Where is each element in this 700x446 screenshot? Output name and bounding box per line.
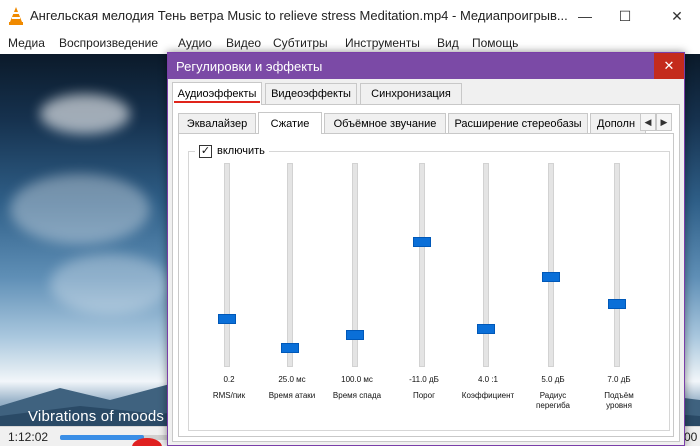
slider-release-time: 100.0 мс Время спада: [322, 163, 392, 403]
seek-progress: [60, 435, 144, 440]
menu-help[interactable]: Помощь: [472, 36, 518, 50]
menu-media[interactable]: Медиа: [8, 36, 45, 50]
slider-thumb[interactable]: [608, 298, 626, 309]
dialog-title: Регулировки и эффекты: [176, 59, 323, 74]
slider-label: Подъём уровня: [604, 391, 634, 410]
slider-knee-radius: 5.0 дБ Радиус перегиба: [518, 163, 588, 410]
slider-label: Радиус перегиба: [536, 391, 570, 410]
menu-subtitles[interactable]: Субтитры: [273, 36, 328, 50]
slider-value: -11.0 дБ: [409, 375, 439, 384]
slider-ratio: 4.0 :1 Коэффициент: [453, 163, 523, 403]
video-caption: Vibrations of moods: [28, 408, 165, 425]
slider-track[interactable]: [224, 163, 230, 367]
subtab-stereo-widener[interactable]: Расширение стереобазы: [448, 113, 588, 133]
slider-value: 100.0 мс: [341, 375, 373, 384]
subtab-equalizer[interactable]: Эквалайзер: [178, 113, 256, 133]
arrow-left-icon[interactable]: ◀: [640, 113, 656, 131]
slider-track[interactable]: [548, 163, 554, 367]
dialog-close-button[interactable]: ✕: [654, 53, 684, 79]
slider-track[interactable]: [614, 163, 620, 367]
slider-value: 25.0 мс: [278, 375, 306, 384]
cloud: [50, 254, 170, 314]
window-title-bar: Ангельская мелодия Тень ветра Music to r…: [0, 0, 700, 32]
enable-checkbox[interactable]: ✓: [199, 144, 212, 158]
slider-thumb[interactable]: [542, 271, 560, 282]
menu-playback[interactable]: Воспроизведение: [59, 36, 158, 50]
slider-label: Время спада: [332, 391, 382, 400]
slider-value: 7.0 дБ: [607, 375, 631, 384]
slider-threshold: -11.0 дБ Порог: [389, 163, 459, 403]
close-window-button[interactable]: ✕: [654, 0, 700, 32]
adjustments-effects-dialog: Регулировки и эффекты ✕ Аудиоэффекты Вид…: [167, 52, 685, 446]
subtab-compression[interactable]: Сжатие: [258, 112, 322, 134]
vlc-cone-icon: [9, 7, 23, 25]
slider-label: RMS/пик: [212, 391, 246, 400]
slider-thumb[interactable]: [346, 329, 364, 340]
slider-thumb[interactable]: [218, 314, 236, 325]
slider-track[interactable]: [287, 163, 293, 367]
subtab-more[interactable]: Дополн: [590, 113, 646, 133]
menu-audio[interactable]: Аудио: [178, 36, 212, 50]
cloud: [40, 94, 130, 134]
slider-rms-peak: 0.2 RMS/пик: [194, 163, 264, 403]
subtab-spatializer[interactable]: Объёмное звучание: [324, 113, 446, 133]
total-time: 00: [684, 430, 698, 444]
slider-label: Время атаки: [268, 391, 316, 400]
slider-thumb[interactable]: [413, 236, 431, 247]
tab-scroll-arrows: ◀ ▶: [640, 113, 672, 131]
slider-value: 4.0 :1: [477, 375, 498, 384]
enable-label: включить: [217, 145, 265, 157]
slider-value: 0.2: [223, 375, 235, 384]
menu-tools[interactable]: Инструменты: [345, 36, 420, 50]
slider-thumb[interactable]: [477, 324, 495, 335]
dialog-title-bar: Регулировки и эффекты ✕: [168, 53, 684, 79]
menu-bar: Медиа Воспроизведение Аудио Видео Субтит…: [0, 32, 700, 54]
slider-track[interactable]: [419, 163, 425, 367]
slider-attack-time: 25.0 мс Время атаки: [257, 163, 327, 403]
maximize-button[interactable]: ☐: [602, 0, 648, 32]
slider-thumb[interactable]: [281, 343, 299, 354]
cloud: [10, 174, 150, 244]
slider-value: 5.0 дБ: [541, 375, 565, 384]
arrow-right-icon[interactable]: ▶: [656, 113, 672, 131]
enable-control[interactable]: ✓ включить: [195, 143, 269, 159]
menu-video[interactable]: Видео: [226, 36, 261, 50]
window-title: Ангельская мелодия Тень ветра Music to r…: [30, 8, 568, 23]
slider-label: Порог: [412, 391, 435, 400]
slider-label: Коэффициент: [461, 391, 515, 400]
menu-view[interactable]: Вид: [437, 36, 459, 50]
elapsed-time: 1:12:02: [8, 430, 49, 444]
red-underline-mark: [174, 101, 260, 103]
tab-video-effects[interactable]: Видеоэффекты: [265, 83, 357, 104]
tab-synchronization[interactable]: Синхронизация: [360, 83, 462, 104]
slider-track[interactable]: [483, 163, 489, 367]
slider-makeup-gain: 7.0 дБ Подъём уровня: [584, 163, 654, 410]
